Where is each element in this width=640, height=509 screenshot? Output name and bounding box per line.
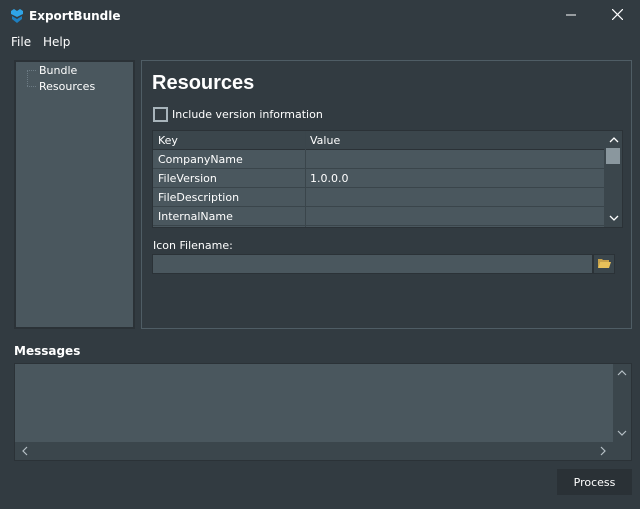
folder-open-icon [597, 257, 611, 272]
title-bar: ExportBundle [0, 0, 640, 32]
menu-bar: File Help [0, 32, 640, 54]
scroll-down-icon[interactable] [616, 427, 628, 439]
menu-help[interactable]: Help [43, 35, 70, 49]
tree-item-bundle[interactable]: Bundle [39, 64, 77, 77]
cell-key: FileVersion [158, 172, 217, 185]
messages-label: Messages [14, 344, 81, 358]
scroll-left-icon[interactable] [19, 445, 31, 457]
table-row[interactable]: CompanyName [153, 150, 604, 169]
column-header-value[interactable]: Value [310, 134, 340, 147]
scrollbar-corner [613, 442, 631, 460]
navigation-tree: Bundle Resources [14, 60, 135, 329]
include-version-checkbox[interactable] [153, 107, 168, 122]
scroll-up-icon[interactable] [616, 367, 628, 379]
messages-vertical-scrollbar[interactable] [613, 364, 631, 442]
tree-connector [27, 86, 36, 87]
tree-item-resources[interactable]: Resources [39, 80, 95, 93]
cell-key: InternalName [158, 210, 233, 223]
cell-value[interactable]: 1.0.0.0 [310, 172, 348, 185]
messages-horizontal-scrollbar[interactable] [15, 442, 613, 460]
app-logo-icon [9, 8, 25, 24]
scroll-down-icon[interactable] [607, 211, 620, 224]
resources-panel: Resources Include version information Ke… [141, 60, 632, 329]
icon-filename-label: Icon Filename: [153, 239, 233, 252]
menu-file[interactable]: File [11, 35, 31, 49]
scrollbar-thumb[interactable] [606, 148, 620, 164]
minimize-button[interactable] [548, 0, 594, 32]
grid-header: Key Value [153, 131, 604, 150]
cell-key: FileDescription [158, 191, 240, 204]
grid-vertical-scrollbar[interactable] [604, 131, 622, 227]
page-title: Resources [152, 72, 255, 94]
close-button[interactable] [594, 0, 640, 32]
table-row[interactable]: FileDescription [153, 188, 604, 207]
version-info-grid: Key Value CompanyName FileVersion 1.0.0.… [152, 130, 623, 228]
scroll-up-icon[interactable] [607, 133, 620, 146]
tree-connector [27, 70, 36, 71]
scroll-right-icon[interactable] [597, 445, 609, 457]
browse-icon-button[interactable] [593, 254, 615, 274]
close-icon [611, 8, 623, 23]
tree-connector [27, 70, 28, 86]
table-row[interactable]: InternalName [153, 207, 604, 226]
column-divider [305, 131, 306, 227]
minimize-icon [566, 10, 576, 23]
table-row[interactable]: FileVersion 1.0.0.0 [153, 169, 604, 188]
messages-log[interactable] [14, 363, 632, 461]
process-button[interactable]: Process [557, 469, 632, 495]
window-title: ExportBundle [29, 9, 121, 23]
cell-key: CompanyName [158, 153, 243, 166]
icon-filename-input[interactable] [152, 254, 593, 274]
column-header-key[interactable]: Key [158, 134, 178, 147]
include-version-label[interactable]: Include version information [172, 108, 323, 121]
